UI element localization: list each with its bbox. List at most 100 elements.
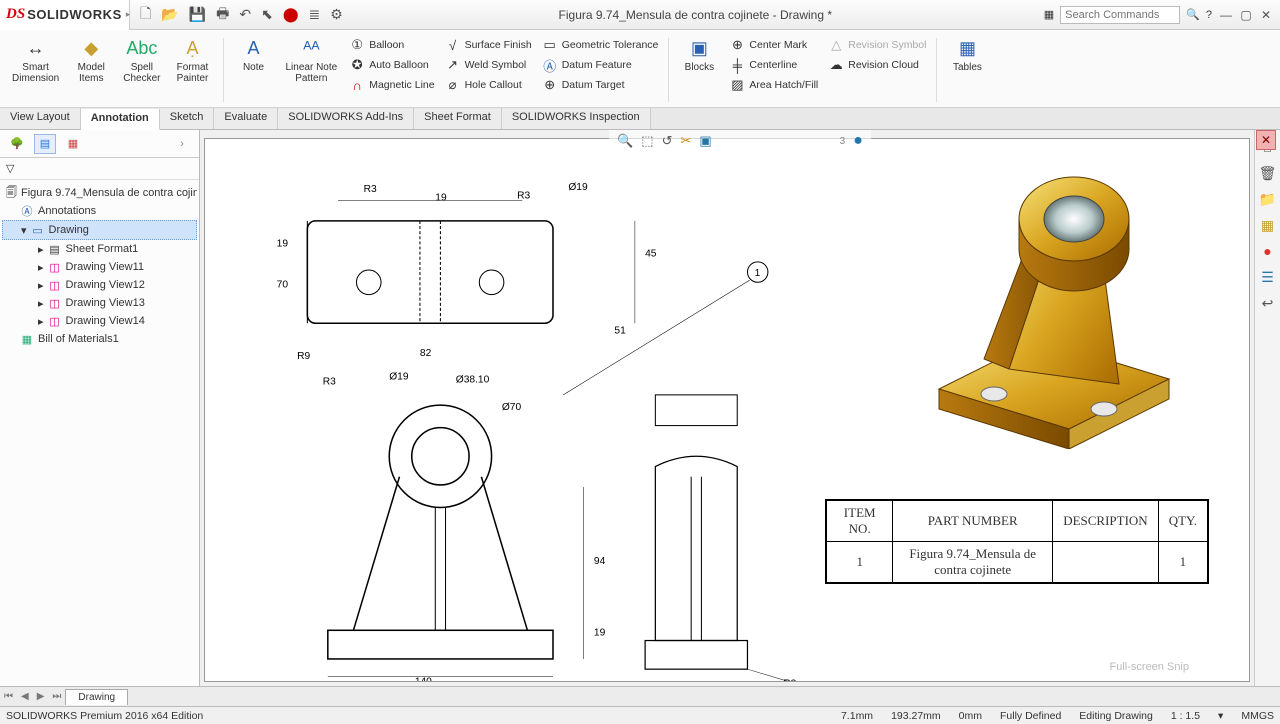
rev-symbol-icon: △ [828,37,844,53]
bom-row[interactable]: 1 Figura 9.74_Mensula de contra cojinete… [827,542,1208,583]
app-logo[interactable]: DS SOLIDWORKS ▸ [0,0,130,30]
datum-target-button[interactable]: ⊕Datum Target [538,76,663,94]
center-mark-button[interactable]: ⊕Center Mark [725,36,822,54]
linear-note-button[interactable]: ᴬᴬLinear Note Pattern [280,34,344,86]
centerline-button[interactable]: ╪Centerline [725,56,822,74]
new-icon[interactable]: 🗋 [140,3,151,27]
sheet-nav-next[interactable]: ▶ [33,691,49,702]
format-painter-button[interactable]: ẠFormat Painter [169,34,217,86]
bom-header-item: ITEM NO. [827,501,893,542]
view-palette-icon[interactable]: ▦ [1259,216,1277,234]
drawing-icon: 🗐 [6,186,17,200]
auto-balloon-icon: ✪ [349,57,365,73]
svg-text:R3: R3 [364,184,377,195]
library-icon[interactable]: 📁 [1259,190,1277,208]
prev-view-icon[interactable]: ↺ [662,133,673,149]
close-button[interactable]: ✕ [1258,8,1274,22]
property-tab[interactable]: ▤ [34,134,56,154]
help-icon[interactable]: ? [1206,9,1212,21]
restore-button[interactable]: ▢ [1238,8,1254,22]
balloon-button[interactable]: ①Balloon [345,36,438,54]
tree-drawing[interactable]: ▾▭Drawing [2,220,197,240]
tab-annotation[interactable]: Annotation [81,109,160,130]
tab-sketch[interactable]: Sketch [160,108,215,129]
view-icon: ◫ [48,260,62,274]
tab-view-layout[interactable]: View Layout [0,108,81,129]
open-icon[interactable]: 📂 [161,6,178,23]
revision-symbol-button[interactable]: △Revision Symbol [824,36,930,54]
surface-finish-button[interactable]: √Surface Finish [441,36,536,54]
svg-text:19: 19 [435,192,447,203]
close-document-button[interactable]: ✕ [1256,130,1276,150]
search-input[interactable] [1060,6,1180,24]
filter-icon[interactable]: ▽ [0,158,199,180]
tree-root[interactable]: 🗐Figura 9.74_Mensula de contra cojin [2,184,197,202]
sheet-nav-last[interactable]: ⏭ [48,691,65,702]
display-style-icon[interactable]: ▣ [699,133,711,149]
tree-view11[interactable]: ▸◫Drawing View11 [2,258,197,276]
expand-icon[interactable]: › [171,134,193,154]
tree-view13[interactable]: ▸◫Drawing View13 [2,294,197,312]
tab-sheet-format[interactable]: Sheet Format [414,108,502,129]
tab-inspection[interactable]: SOLIDWORKS Inspection [502,108,651,129]
datum-icon: Ⓐ [542,57,558,73]
model-items-button[interactable]: ◆Model Items [67,34,115,86]
svg-text:1: 1 [755,268,761,279]
svg-text:94: 94 [594,556,606,567]
spell-checker-button[interactable]: AbcSpell Checker [117,34,166,86]
rebuild-icon[interactable]: ⬤ [283,6,299,23]
zoom-area-icon[interactable]: ⬚ [641,133,653,149]
tree-view12[interactable]: ▸◫Drawing View12 [2,276,197,294]
bom-header-part: PART NUMBER [893,501,1053,542]
section-icon[interactable]: ✂ [680,133,691,149]
undo-icon[interactable]: ↶ [239,6,251,23]
options-icon[interactable]: ≣ [309,6,321,23]
bom-header-desc: DESCRIPTION [1053,501,1159,542]
magnetic-line-button[interactable]: ∩Magnetic Line [345,76,438,94]
tab-addins[interactable]: SOLIDWORKS Add-Ins [278,108,414,129]
custom-props-icon[interactable]: ☰ [1259,268,1277,286]
tables-button[interactable]: ▦Tables [943,34,991,75]
blocks-button[interactable]: ▣Blocks [675,34,723,75]
appearances-icon[interactable]: ● [1259,242,1277,260]
sheet-nav-prev[interactable]: ◀ [17,691,33,702]
search-toggle-icon[interactable]: ▦ [1044,8,1054,21]
gear-icon[interactable]: ⚙ [330,6,343,23]
save-icon[interactable]: 💾 [189,6,206,23]
print-icon[interactable]: 🖶 [216,3,229,27]
geo-tolerance-button[interactable]: ▭Geometric Tolerance [538,36,663,54]
select-icon[interactable]: ⬉ [261,6,273,23]
forum-icon[interactable]: ↩ [1259,294,1277,312]
tree-view14[interactable]: ▸◫Drawing View14 [2,312,197,330]
view-toolbar: 🔍 ⬚ ↺ ✂ ▣ 3 ● [609,130,871,152]
svg-text:R3: R3 [323,377,336,388]
tree-annotations[interactable]: ⒶAnnotations [2,202,197,220]
auto-balloon-button[interactable]: ✪Auto Balloon [345,56,438,74]
smart-dimension-button[interactable]: ↔Smart Dimension [6,34,65,86]
note-button[interactable]: ANote [230,34,278,75]
dimension-icon: ↔ [24,36,48,60]
view-sphere-icon[interactable]: ● [853,132,863,150]
datum-feature-button[interactable]: ⒶDatum Feature [538,56,663,74]
minimize-button[interactable]: ― [1218,8,1234,22]
sheet-nav-first[interactable]: ⏮ [0,691,17,702]
hole-callout-button[interactable]: ⌀Hole Callout [441,76,536,94]
revision-cloud-button[interactable]: ☁Revision Cloud [824,56,930,74]
resources-icon[interactable]: 🗑 [1259,164,1277,182]
bom-table[interactable]: ITEM NO. PART NUMBER DESCRIPTION QTY. 1 … [825,499,1209,584]
area-hatch-button[interactable]: ▨Area Hatch/Fill [725,76,822,94]
feature-tree-tab[interactable]: 🌳 [6,134,28,154]
config-tab[interactable]: ▦ [62,134,84,154]
drawing-sheet[interactable]: R3 19 R3 Ø19 19 70 45 51 R9 R3 Ø19 82 Ø3… [204,138,1250,682]
sheet-tab[interactable]: Drawing [65,689,128,705]
tab-evaluate[interactable]: Evaluate [214,108,278,129]
tree-bom[interactable]: ▦Bill of Materials1 [2,330,197,348]
weld-symbol-button[interactable]: ↗Weld Symbol [441,56,536,74]
search-icon[interactable]: 🔍 [1186,8,1200,21]
tree-sheet-format[interactable]: ▸▤Sheet Format1 [2,240,197,258]
sheet-icon: ▭ [31,223,45,237]
zoom-fit-icon[interactable]: 🔍 [617,133,633,149]
title-bar: DS SOLIDWORKS ▸ 🗋 📂 💾 🖶 ↶ ⬉ ⬤ ≣ ⚙ Figura… [0,0,1280,30]
window-controls: ― ▢ ✕ [1218,8,1280,22]
logo-ds: DS [6,6,25,23]
